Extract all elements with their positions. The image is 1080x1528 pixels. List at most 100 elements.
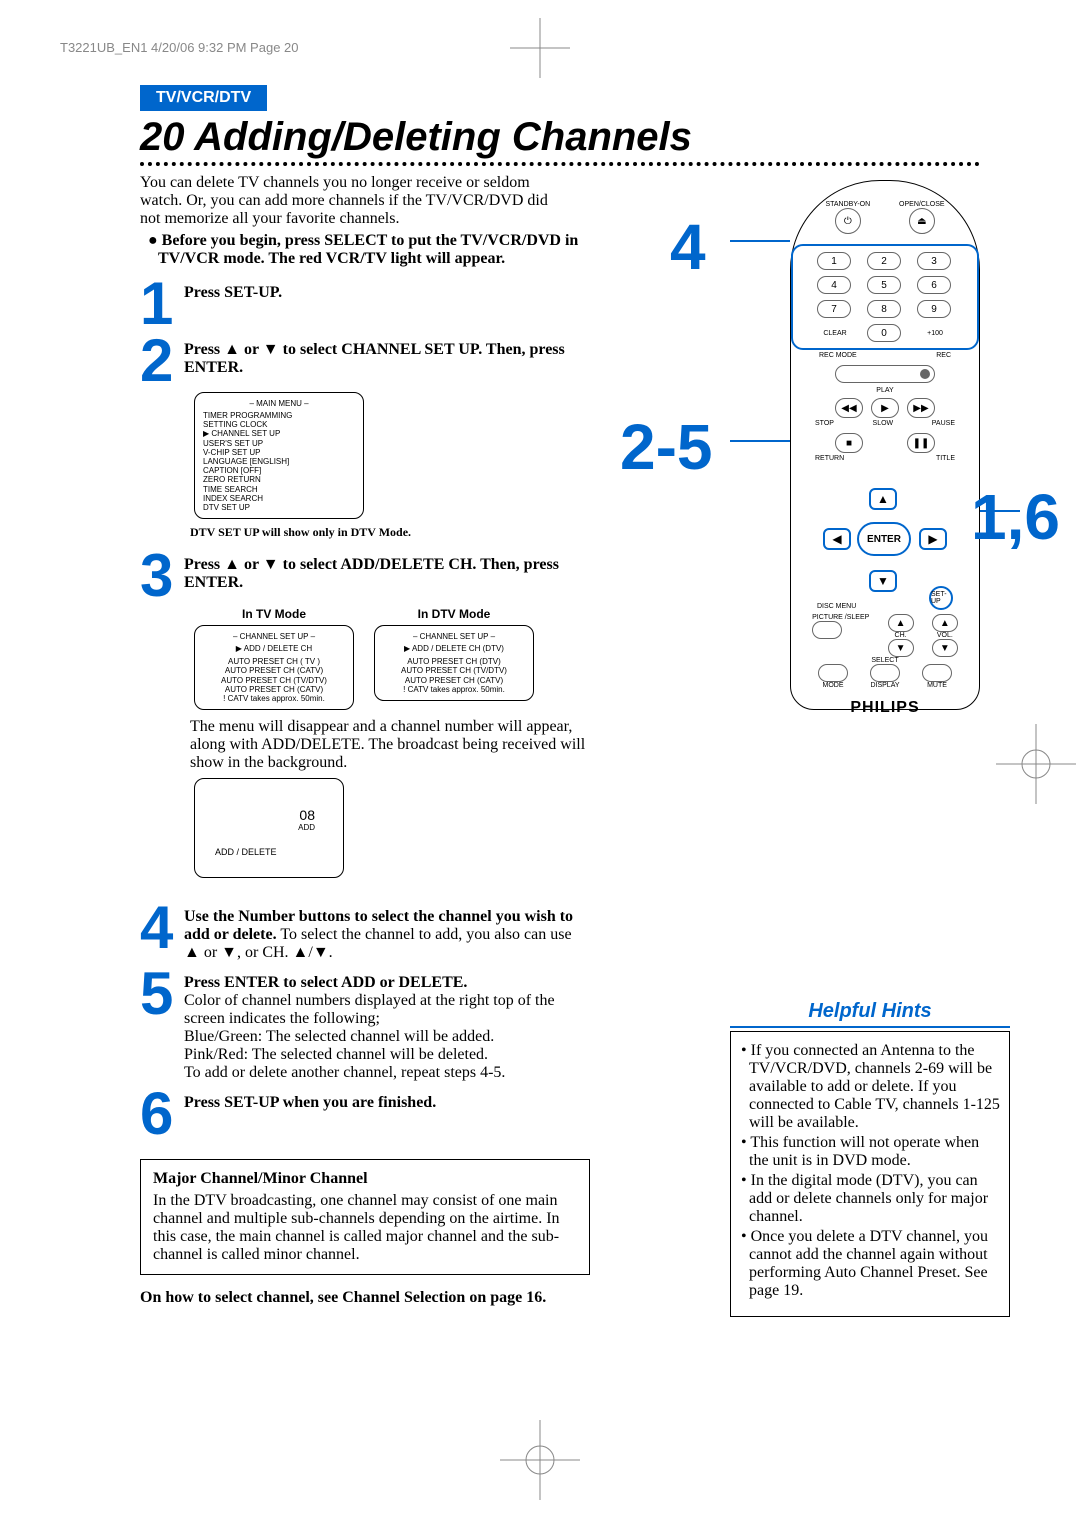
select-label: SELECT [791, 657, 979, 664]
rewind-button[interactable]: ◀◀ [835, 398, 863, 418]
menu-item: V-CHIP SET UP [203, 448, 355, 457]
menu-item: INDEX SEARCH [203, 494, 355, 503]
remote-body: STANDBY-ON⏻ OPEN/CLOSE⏏ 1 2 3 4 5 6 7 8 … [790, 180, 980, 710]
num-4-button[interactable]: 4 [817, 276, 851, 294]
num-7-button[interactable]: 7 [817, 300, 851, 318]
standby-label: STANDBY-ON [825, 201, 870, 208]
dtv-menu-title: – CHANNEL SET UP – [383, 632, 525, 641]
play-button[interactable]: ▶ [871, 398, 899, 418]
stop-button[interactable]: ■ [835, 433, 863, 453]
standby-button[interactable]: ⏻ [835, 208, 861, 234]
helpful-hints-title: Helpful Hints [730, 1000, 1010, 1028]
menu-item: AUTO PRESET CH (CATV) [383, 676, 525, 685]
step-1-text: Press SET-UP. [184, 284, 282, 301]
dpad: ▲ ◀ ENTER ▶ ▼ DISC MENU SET-UP [815, 470, 955, 610]
dtv-mode-label: In DTV Mode [374, 607, 534, 621]
hint-item: This function will not operate when the … [749, 1134, 1001, 1170]
menu-item: TIME SEARCH [203, 485, 355, 494]
rec-label: REC [936, 352, 951, 359]
num-2-button[interactable]: 2 [867, 252, 901, 270]
play-label: PLAY [791, 387, 979, 394]
up-arrow-button[interactable]: ▲ [869, 488, 897, 510]
hint-item: In the digital mode (DTV), you can add o… [749, 1172, 1001, 1226]
ch-up-button[interactable]: ▲ [888, 614, 914, 632]
pause-button[interactable]: ❚❚ [907, 433, 935, 453]
step-5-number: 5 [140, 968, 184, 1019]
page: T3221UB_EN1 4/20/06 9:32 PM Page 20 TV/V… [0, 0, 1080, 1528]
rec-button[interactable] [835, 365, 935, 383]
channel-preview-box: 08 ADD ADD / DELETE [194, 778, 344, 878]
stop-label: STOP [815, 420, 834, 427]
num-6-button[interactable]: 6 [917, 276, 951, 294]
main-menu-box: – MAIN MENU – TIMER PROGRAMMING SETTING … [194, 392, 364, 519]
page-title: 20 Adding/Deleting Channels [140, 115, 1020, 160]
num-3-button[interactable]: 3 [917, 252, 951, 270]
enter-button[interactable]: ENTER [857, 522, 911, 556]
menu-item: LANGUAGE [ENGLISH] [203, 457, 355, 466]
callout-line [730, 240, 790, 242]
setup-button[interactable]: SET-UP [929, 586, 953, 610]
hint-item: Once you delete a DTV channel, you canno… [749, 1228, 1001, 1300]
registration-mark-icon [996, 724, 1076, 804]
step-4: 4 Use the Number buttons to select the c… [140, 902, 1020, 962]
brand-logo: PHILIPS [791, 699, 979, 717]
disc-menu-label: DISC MENU [817, 603, 856, 610]
tv-mode-label: In TV Mode [194, 607, 354, 621]
vol-up-button[interactable]: ▲ [932, 614, 958, 632]
slow-label: SLOW [873, 420, 894, 427]
step-5-line: To add or delete another channel, repeat… [184, 1064, 505, 1081]
vol-down-button[interactable]: ▼ [932, 639, 958, 657]
menu-item: AUTO PRESET CH (TV/DTV) [383, 666, 525, 675]
menu-item: AUTO PRESET CH (CATV) [203, 685, 345, 694]
pre-note: ● Before you begin, press SELECT to put … [140, 232, 580, 268]
step-3-text: Press ▲ or ▼ to select ADD/DELETE CH. Th… [184, 556, 559, 591]
pause-label: PAUSE [932, 420, 955, 427]
num-8-button[interactable]: 8 [867, 300, 901, 318]
menu-item: AUTO PRESET CH (DTV) [383, 657, 525, 666]
callout-1-6: 1,6 [971, 480, 1060, 554]
left-arrow-button[interactable]: ◀ [823, 528, 851, 550]
num-5-button[interactable]: 5 [867, 276, 901, 294]
registration-mark-icon [500, 1420, 580, 1500]
menu-item: USER'S SET UP [203, 439, 355, 448]
step-2-text: Press ▲ or ▼ to select CHANNEL SET UP. T… [184, 341, 565, 376]
step-1-number: 1 [140, 278, 184, 329]
step-2-number: 2 [140, 335, 184, 386]
dtv-channel-menu: – CHANNEL SET UP – ▶ ADD / DELETE CH (DT… [374, 625, 534, 701]
clear-label: CLEAR [817, 330, 853, 337]
channel-adddelete-label: ADD / DELETE [215, 847, 277, 857]
mute-label: MUTE [927, 682, 947, 689]
mode-button[interactable] [818, 664, 848, 682]
step-5-line: Pink/Red: The selected channel will be d… [184, 1046, 488, 1063]
down-arrow-button[interactable]: ▼ [869, 570, 897, 592]
intro-paragraph: You can delete TV channels you no longer… [140, 174, 560, 228]
major-minor-body: In the DTV broadcasting, one channel may… [153, 1192, 577, 1264]
callout-2-5: 2-5 [620, 410, 713, 484]
vol-label: VOL. [937, 632, 953, 639]
mode-label: MODE [823, 682, 844, 689]
number-pad: 1 2 3 4 5 6 7 8 9 CLEAR 0 +100 [791, 244, 979, 350]
menu-item: SETTING CLOCK [203, 420, 355, 429]
callout-line [730, 440, 790, 442]
open-close-button[interactable]: ⏏ [909, 208, 935, 234]
step-4-number: 4 [140, 902, 184, 953]
display-label: DISPLAY [870, 682, 899, 689]
ch-down-button[interactable]: ▼ [888, 639, 914, 657]
menu-item: ▶ ADD / DELETE CH (DTV) [383, 644, 525, 653]
hint-item: If you connected an Antenna to the TV/VC… [749, 1042, 1001, 1132]
right-arrow-button[interactable]: ▶ [919, 528, 947, 550]
menu-item: AUTO PRESET CH (TV/DTV) [203, 676, 345, 685]
picture-button[interactable] [812, 621, 842, 639]
num-1-button[interactable]: 1 [817, 252, 851, 270]
display-button[interactable] [870, 664, 900, 682]
fastfwd-button[interactable]: ▶▶ [907, 398, 935, 418]
picture-label: PICTURE /SLEEP [812, 614, 869, 621]
mute-button[interactable] [922, 664, 952, 682]
menu-item: TIMER PROGRAMMING [203, 411, 355, 420]
plus100-label: +100 [917, 330, 953, 337]
menu-item: ▶ ADD / DELETE CH [203, 644, 345, 653]
step-3-number: 3 [140, 550, 184, 601]
num-9-button[interactable]: 9 [917, 300, 951, 318]
num-0-button[interactable]: 0 [867, 324, 901, 342]
menu-item: ! CATV takes approx. 50min. [383, 685, 525, 694]
